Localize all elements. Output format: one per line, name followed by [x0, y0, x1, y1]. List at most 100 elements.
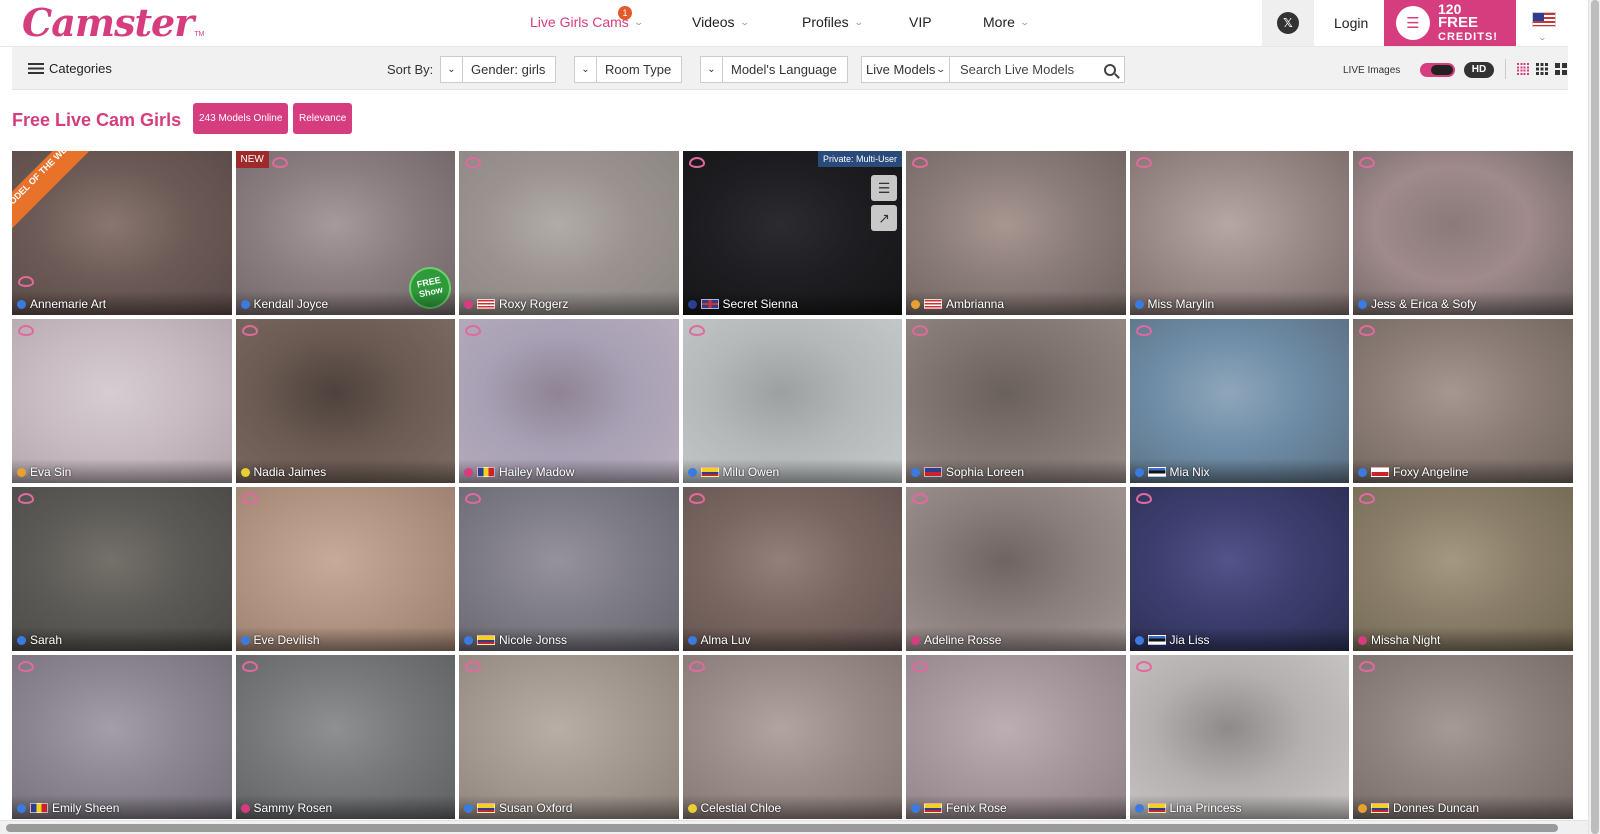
- model-tile[interactable]: Ambrianna: [906, 151, 1126, 315]
- model-tile[interactable]: Hailey Madow: [459, 319, 679, 483]
- model-name-row: Fenix Rose: [911, 801, 1007, 815]
- model-name: Annemarie Art: [30, 297, 107, 311]
- model-name-row: Lina Princess: [1134, 801, 1242, 815]
- list-icon: [28, 63, 44, 74]
- models-online-badge[interactable]: 243 Models Online: [193, 103, 289, 134]
- model-tile[interactable]: Alma Luv: [682, 487, 902, 651]
- model-tile[interactable]: Private: Multi-User ☰ ↗ Secret Sienna: [682, 151, 902, 315]
- model-tile[interactable]: NEWFREE ShowKendall Joyce: [235, 151, 455, 315]
- details-list-icon[interactable]: ☰: [871, 175, 897, 201]
- model-name: Jess & Erica & Sofy: [1371, 297, 1477, 311]
- hd-toggle[interactable]: HD: [1464, 62, 1494, 78]
- camster-mark-icon: [688, 661, 705, 672]
- model-tile[interactable]: Adeline Rosse: [906, 487, 1126, 651]
- model-tile[interactable]: Missha Night: [1353, 487, 1573, 651]
- model-name-row: Miss Marylin: [1134, 297, 1214, 311]
- model-tile[interactable]: Nicole Jonss: [459, 487, 679, 651]
- room-type-value: Room Type: [605, 62, 672, 77]
- country-flag-icon: [1147, 635, 1166, 645]
- model-name: Mia Nix: [1169, 465, 1210, 479]
- camster-mark-icon: [688, 157, 705, 168]
- room-type-dropdown[interactable]: ⌄ Room Type: [574, 56, 683, 83]
- model-tile[interactable]: Jia Liss: [1129, 487, 1349, 651]
- model-tile[interactable]: MODEL OF THE WEEK Annemarie Art: [12, 151, 232, 315]
- model-tile[interactable]: Jess & Erica & Sofy: [1353, 151, 1573, 315]
- grid-large-icon[interactable]: [1555, 63, 1567, 75]
- chevron-down-icon[interactable]: ⌄: [1538, 33, 1547, 42]
- search-icon[interactable]: [1104, 63, 1116, 76]
- model-name: Eve Devilish: [253, 633, 320, 647]
- nav-more[interactable]: More ⌄: [983, 14, 1030, 30]
- status-dot-icon: [687, 803, 697, 813]
- model-tile[interactable]: Miss Marylin: [1129, 151, 1349, 315]
- model-tile[interactable]: Eva Sin: [12, 319, 232, 483]
- model-tile[interactable]: Fenix Rose: [906, 655, 1126, 819]
- nav-profiles[interactable]: Profiles ⌄: [802, 14, 864, 30]
- camster-mark-icon: [1359, 157, 1375, 168]
- model-name: Hailey Madow: [499, 465, 575, 479]
- scrollbar-thumb[interactable]: [1591, 0, 1599, 834]
- model-tile[interactable]: Sammy Rosen: [235, 655, 455, 819]
- model-tile[interactable]: Sophia Loreen: [906, 319, 1126, 483]
- model-tile[interactable]: Nadia Jaimes: [235, 319, 455, 483]
- model-name: Kendall Joyce: [253, 297, 329, 311]
- country-flag-icon: [924, 467, 942, 477]
- grid-medium-icon[interactable]: [1536, 63, 1548, 75]
- model-name: Nadia Jaimes: [253, 465, 327, 479]
- model-tile[interactable]: Milu Owen: [682, 319, 902, 483]
- logo-trademark: TM: [194, 31, 205, 38]
- nav-live-girls-cams[interactable]: Live Girls Cams 1 ⌄: [530, 6, 644, 30]
- camster-mark-icon: [465, 325, 481, 336]
- nav-more-label: More: [983, 14, 1015, 30]
- camster-mark-icon: [18, 276, 34, 287]
- country-flag-icon: [1147, 803, 1166, 813]
- x-social-icon[interactable]: 𝕏: [1277, 12, 1299, 34]
- camster-mark-icon: [1135, 661, 1152, 672]
- model-tile[interactable]: Celestial Chloe: [682, 655, 902, 819]
- model-name: Celestial Chloe: [700, 801, 782, 815]
- sort-by-label: Sort By:: [387, 62, 434, 77]
- search-input[interactable]: [950, 57, 1100, 82]
- camster-mark-icon: [912, 493, 928, 504]
- model-name-row: Ambrianna: [911, 297, 1004, 311]
- model-tile[interactable]: Foxy Angeline: [1353, 319, 1573, 483]
- login-link[interactable]: Login: [1334, 15, 1368, 31]
- relevance-badge[interactable]: Relevance: [293, 103, 353, 134]
- camster-mark-icon: [271, 157, 288, 168]
- scrollbar-thumb[interactable]: [6, 824, 1558, 832]
- status-dot-icon: [1358, 467, 1367, 477]
- language-dropdown[interactable]: ⌄ Model's Language: [700, 56, 848, 83]
- model-tile[interactable]: Mia Nix: [1129, 319, 1349, 483]
- camster-mark-icon: [18, 661, 34, 672]
- search-scope-select[interactable]: Live Models ⌄: [862, 57, 950, 82]
- nav-videos[interactable]: Videos ⌄: [692, 14, 750, 30]
- status-dot-icon: [1134, 467, 1144, 477]
- model-name-row: Kendall Joyce: [240, 297, 329, 311]
- model-tile[interactable]: Donnes Duncan: [1353, 655, 1573, 819]
- grid-small-icon[interactable]: [1517, 63, 1529, 75]
- model-tile[interactable]: Susan Oxford: [459, 655, 679, 819]
- model-name-row: Jia Liss: [1134, 633, 1210, 647]
- us-flag-language-icon[interactable]: [1532, 12, 1556, 27]
- camster-mark-icon: [1359, 325, 1375, 336]
- camster-mark-icon: [688, 493, 705, 504]
- live-images-toggle[interactable]: [1420, 63, 1455, 77]
- vertical-scrollbar[interactable]: [1588, 0, 1600, 834]
- divider: [1505, 59, 1506, 79]
- free-credits-button[interactable]: ☰ 120 FREE CREDITS!: [1384, 0, 1516, 46]
- horizontal-scrollbar[interactable]: [0, 820, 1588, 834]
- nav-vip[interactable]: VIP: [909, 14, 932, 30]
- model-tile[interactable]: Lina Princess: [1129, 655, 1349, 819]
- model-tile[interactable]: Emily Sheen: [12, 655, 232, 819]
- page-title: Free Live Cam Girls: [12, 110, 182, 130]
- categories-button[interactable]: Categories: [28, 61, 112, 76]
- nav-vip-label: VIP: [909, 14, 932, 30]
- model-tile[interactable]: Eve Devilish: [235, 487, 455, 651]
- gender-dropdown[interactable]: ⌄ Gender: girls: [440, 56, 557, 83]
- model-tile[interactable]: Sarah: [12, 487, 232, 651]
- open-external-icon[interactable]: ↗: [871, 205, 897, 231]
- model-name-row: Hailey Madow: [464, 465, 574, 479]
- camster-logo[interactable]: Camster TM: [22, 2, 204, 44]
- model-tile[interactable]: Roxy Rogerz: [459, 151, 679, 315]
- country-flag-icon: [700, 467, 719, 477]
